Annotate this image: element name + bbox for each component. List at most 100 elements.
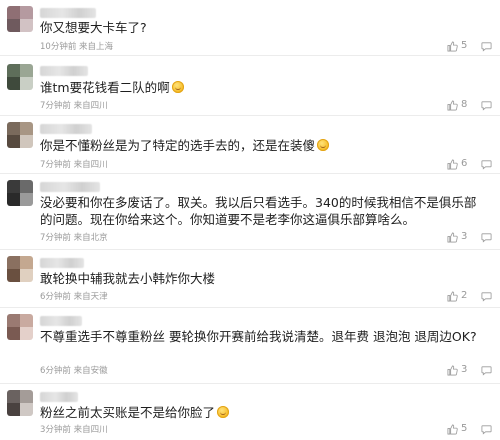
comment-item: 不尊重选手不尊重粉丝 要轮换你开赛前给我说清楚。退年费 退泡泡 退周边OK? 6…: [0, 308, 500, 384]
reply-icon[interactable]: [481, 41, 492, 52]
avatar-patch: [7, 269, 20, 282]
comment-time: 6分钟前: [40, 292, 71, 302]
avatar[interactable]: [7, 6, 33, 32]
avatar-patch: [20, 135, 33, 148]
comment-text-content: 粉丝之前太买账是不是给你脸了: [40, 405, 216, 420]
comment-text: 你是不懂粉丝是为了特定的选手去的，还是在装傻: [40, 136, 486, 155]
comment-item: 粉丝之前太买账是不是给你脸了 3分钟前 来自四川 5: [0, 384, 500, 440]
thumbs-up-icon[interactable]: [447, 291, 458, 302]
comment-item: 敢轮换中辅我就去小韩炸你大楼 6分钟前 来自天津 2: [0, 250, 500, 308]
avatar-patch: [20, 6, 33, 19]
comment-item: 谁tm要花钱看二队的啊 7分钟前 来自四川 8: [0, 56, 500, 116]
like-count: 3: [461, 364, 468, 375]
comment-list: 你又想要大卡车了? 10分钟前 来自上海 5 谁tm要花钱看二队的啊 7分钟前 …: [0, 0, 500, 440]
avatar-patch: [20, 403, 33, 416]
avatar[interactable]: [7, 64, 33, 90]
avatar[interactable]: [7, 256, 33, 282]
comment-text: 没必要和你在多废话了。取关。我以后只看选手。340的时候我相信不是俱乐部的问题。…: [40, 195, 477, 227]
avatar-patch: [7, 256, 20, 269]
comment-time: 3分钟前: [40, 425, 71, 435]
comment-time: 7分钟前: [40, 233, 71, 243]
comment-item: 没必要和你在多废话了。取关。我以后只看选手。340的时候我相信不是俱乐部的问题。…: [0, 174, 500, 250]
avatar-patch: [20, 193, 33, 206]
comment-actions: 5: [447, 423, 492, 435]
comment-location: 来自四川: [73, 101, 108, 111]
avatar-patch: [20, 256, 33, 269]
avatar[interactable]: [7, 180, 33, 206]
avatar[interactable]: [7, 390, 33, 416]
thumbs-up-icon[interactable]: [447, 232, 458, 243]
comment-text: 不尊重选手不尊重粉丝 要轮换你开赛前给我说清楚。退年费 退泡泡 退周边OK?: [40, 329, 477, 344]
avatar-patch: [7, 64, 20, 77]
comment-text-content: 你是不懂粉丝是为了特定的选手去的，还是在装傻: [40, 138, 316, 153]
avatar-patch: [7, 193, 20, 206]
like-count: 8: [461, 99, 468, 110]
avatar-patch: [7, 6, 20, 19]
username-blurred[interactable]: [40, 316, 82, 326]
reply-icon[interactable]: [481, 424, 492, 435]
comment-meta: 7分钟前 来自四川: [40, 159, 108, 171]
reply-icon[interactable]: [481, 365, 492, 376]
comment-time: 10分钟前: [40, 42, 77, 52]
avatar[interactable]: [7, 122, 33, 148]
avatar-patch: [20, 327, 33, 340]
comment-meta: 7分钟前 来自北京: [40, 232, 108, 244]
reply-icon[interactable]: [481, 291, 492, 302]
comment-location: 来自安徽: [73, 366, 108, 376]
comment-meta: 7分钟前 来自四川: [40, 100, 108, 112]
comment-location: 来自上海: [79, 42, 114, 52]
comment-location: 来自四川: [73, 160, 108, 170]
avatar-patch: [7, 180, 20, 193]
reply-icon[interactable]: [481, 100, 492, 111]
smile-emoji-icon: [317, 139, 330, 151]
comment-actions: 3: [447, 364, 492, 376]
smile-emoji-icon: [217, 406, 230, 418]
like-count: 5: [461, 40, 468, 51]
comment-actions: 5: [447, 40, 492, 52]
username-blurred[interactable]: [40, 182, 100, 192]
username-blurred[interactable]: [40, 66, 88, 76]
comment-actions: 8: [447, 99, 492, 111]
like-count: 2: [461, 290, 468, 301]
like-count: 3: [461, 231, 468, 242]
comment-meta: 10分钟前 来自上海: [40, 41, 113, 53]
thumbs-up-icon[interactable]: [447, 41, 458, 52]
username-blurred[interactable]: [40, 258, 84, 268]
comment-actions: 2: [447, 290, 492, 302]
comment-actions: 6: [447, 158, 492, 170]
avatar-patch: [7, 19, 20, 32]
avatar-patch: [7, 135, 20, 148]
comment-text: 敢轮换中辅我就去小韩炸你大楼: [40, 271, 216, 286]
reply-icon[interactable]: [481, 159, 492, 170]
comment-time: 6分钟前: [40, 366, 71, 376]
username-blurred[interactable]: [40, 392, 78, 402]
thumbs-up-icon[interactable]: [447, 365, 458, 376]
thumbs-up-icon[interactable]: [447, 159, 458, 170]
comment-item: 你又想要大卡车了? 10分钟前 来自上海 5: [0, 0, 500, 56]
reply-icon[interactable]: [481, 232, 492, 243]
avatar-patch: [20, 77, 33, 90]
avatar-patch: [7, 390, 20, 403]
avatar-patch: [20, 390, 33, 403]
comment-meta: 6分钟前 来自天津: [40, 291, 108, 303]
avatar-patch: [20, 180, 33, 193]
like-count: 5: [461, 423, 468, 434]
username-blurred[interactable]: [40, 124, 92, 134]
avatar-patch: [7, 403, 20, 416]
comment-location: 来自四川: [73, 425, 108, 435]
avatar-patch: [7, 314, 20, 327]
comment-actions: 3: [447, 231, 492, 243]
username-blurred[interactable]: [40, 8, 96, 18]
avatar-patch: [20, 269, 33, 282]
comment-text: 谁tm要花钱看二队的啊: [40, 78, 486, 97]
avatar-patch: [20, 64, 33, 77]
comment-item: 你是不懂粉丝是为了特定的选手去的，还是在装傻 7分钟前 来自四川 6: [0, 116, 500, 174]
thumbs-up-icon[interactable]: [447, 100, 458, 111]
smile-emoji-icon: [171, 81, 184, 93]
thumbs-up-icon[interactable]: [447, 424, 458, 435]
avatar-patch: [7, 327, 20, 340]
avatar-patch: [20, 122, 33, 135]
avatar-patch: [20, 314, 33, 327]
avatar-patch: [7, 122, 20, 135]
avatar[interactable]: [7, 314, 33, 340]
